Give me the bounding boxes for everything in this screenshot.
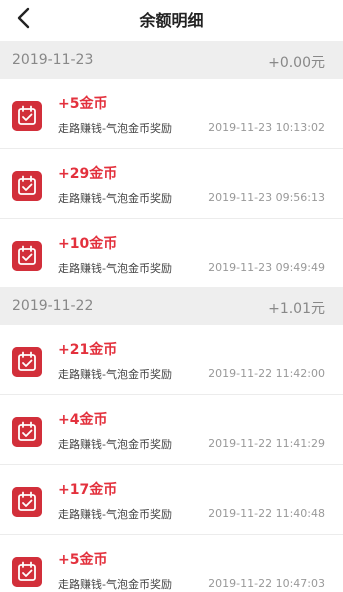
date-group-header: 2019-11-23 +0.00元 bbox=[0, 41, 343, 79]
group-total: +0.00元 bbox=[268, 55, 325, 71]
list-item[interactable]: +5金币 走路赚钱-气泡金币奖励 2019-11-23 10:13:02 bbox=[0, 79, 343, 149]
record-description: 走路赚钱-气泡金币奖励 bbox=[58, 262, 172, 275]
record-description: 走路赚钱-气泡金币奖励 bbox=[58, 122, 172, 135]
calendar-check-icon bbox=[12, 487, 42, 517]
record-time: 2019-11-23 09:56:13 bbox=[208, 191, 325, 204]
list-item[interactable]: +29金币 走路赚钱-气泡金币奖励 2019-11-23 09:56:13 bbox=[0, 149, 343, 219]
list-item[interactable]: +17金币 走路赚钱-气泡金币奖励 2019-11-22 11:40:48 bbox=[0, 465, 343, 535]
record-time: 2019-11-22 11:41:29 bbox=[208, 437, 325, 450]
group-total: +1.01元 bbox=[268, 301, 325, 317]
calendar-check-icon bbox=[12, 417, 42, 447]
date-group-header: 2019-11-22 +1.01元 bbox=[0, 287, 343, 325]
list-item[interactable]: +21金币 走路赚钱-气泡金币奖励 2019-11-22 11:42:00 bbox=[0, 325, 343, 395]
record-amount: +21金币 bbox=[58, 342, 118, 358]
record-time: 2019-11-23 10:13:02 bbox=[208, 121, 325, 134]
record-amount: +29金币 bbox=[58, 166, 118, 182]
record-description: 走路赚钱-气泡金币奖励 bbox=[58, 368, 172, 381]
calendar-check-icon bbox=[12, 557, 42, 587]
record-amount: +17金币 bbox=[58, 482, 118, 498]
record-amount: +10金币 bbox=[58, 236, 118, 252]
record-description: 走路赚钱-气泡金币奖励 bbox=[58, 508, 172, 521]
record-time: 2019-11-22 10:47:03 bbox=[208, 577, 325, 590]
record-amount: +4金币 bbox=[58, 412, 108, 428]
calendar-check-icon bbox=[12, 347, 42, 377]
record-description: 走路赚钱-气泡金币奖励 bbox=[58, 192, 172, 205]
page-title: 余额明细 bbox=[139, 11, 204, 30]
list-item[interactable]: +4金币 走路赚钱-气泡金币奖励 2019-11-22 11:41:29 bbox=[0, 395, 343, 465]
record-time: 2019-11-22 11:40:48 bbox=[208, 507, 325, 520]
calendar-check-icon bbox=[12, 171, 42, 201]
group-date: 2019-11-22 bbox=[12, 298, 94, 314]
top-bar: 余额明细 bbox=[0, 0, 343, 38]
record-amount: +5金币 bbox=[58, 96, 108, 112]
record-description: 走路赚钱-气泡金币奖励 bbox=[58, 578, 172, 591]
record-time: 2019-11-23 09:49:49 bbox=[208, 261, 325, 274]
record-amount: +5金币 bbox=[58, 552, 108, 568]
record-description: 走路赚钱-气泡金币奖励 bbox=[58, 438, 172, 451]
calendar-check-icon bbox=[12, 241, 42, 271]
calendar-check-icon bbox=[12, 101, 42, 131]
group-date: 2019-11-23 bbox=[12, 52, 94, 68]
list-item[interactable]: +5金币 走路赚钱-气泡金币奖励 2019-11-22 10:47:03 bbox=[0, 535, 343, 592]
record-time: 2019-11-22 11:42:00 bbox=[208, 367, 325, 380]
list-item[interactable]: +10金币 走路赚钱-气泡金币奖励 2019-11-23 09:49:49 bbox=[0, 219, 343, 289]
